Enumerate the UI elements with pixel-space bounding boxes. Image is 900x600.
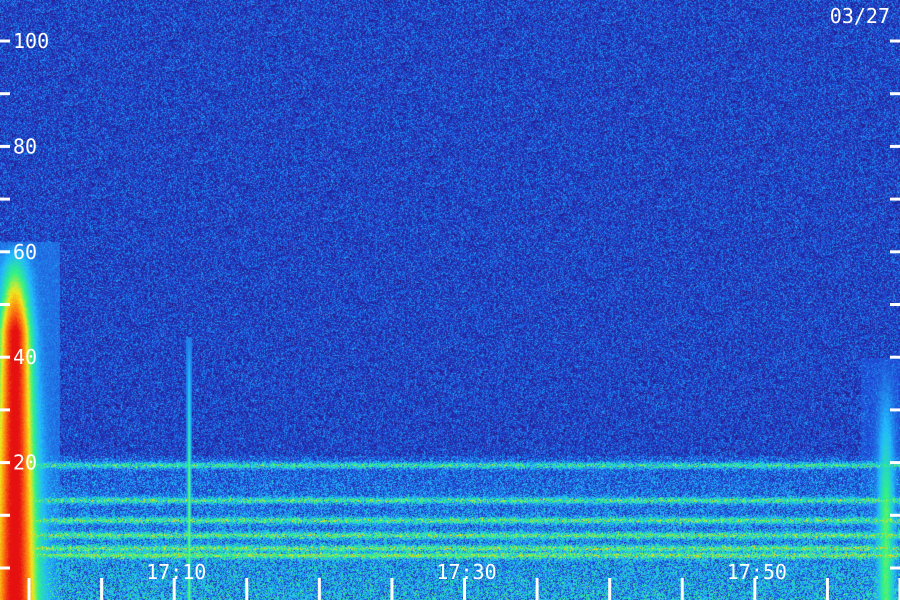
y-tick-label: 20 <box>13 451 37 475</box>
y-tick-label: 40 <box>13 345 37 369</box>
spectrogram-view: 100 80 60 40 20 17:10 17:30 17:50 03/27 <box>0 0 900 600</box>
x-tick-label: 17:10 <box>146 560 206 584</box>
x-tick-label: 17:30 <box>436 560 496 584</box>
x-axis: 17:10 17:30 17:50 <box>27 560 900 600</box>
date-label: 03/27 <box>830 4 890 28</box>
axes-overlay: 100 80 60 40 20 17:10 17:30 17:50 03/27 <box>0 4 900 600</box>
y-tick-label: 100 <box>13 29 49 53</box>
y-tick-label: 80 <box>13 134 37 158</box>
x-tick-label: 17:50 <box>727 560 787 584</box>
y-axis: 100 80 60 40 20 <box>0 29 900 570</box>
y-tick-label: 60 <box>13 240 37 264</box>
